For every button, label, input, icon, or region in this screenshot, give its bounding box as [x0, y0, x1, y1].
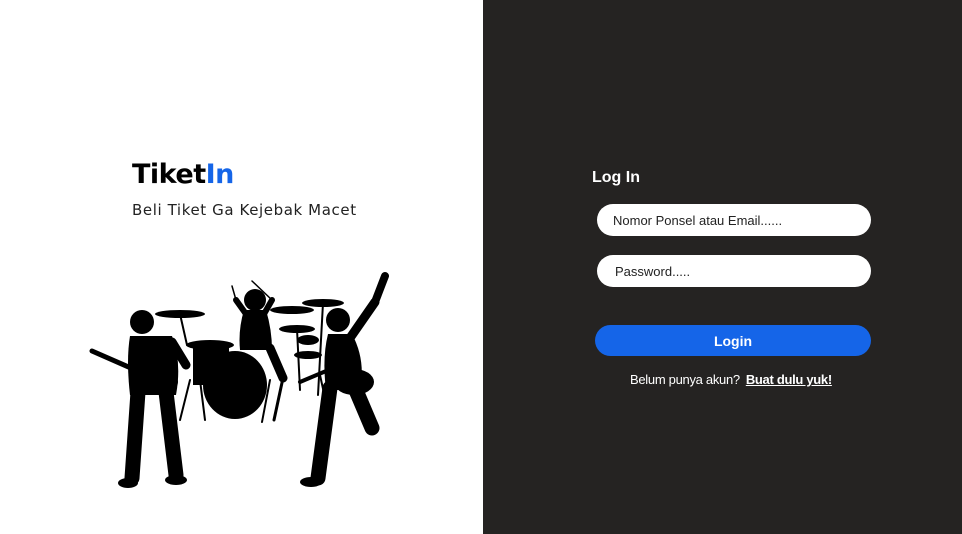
brand-name-part2: In [205, 159, 235, 190]
signup-prompt: Belum punya akun? [630, 372, 740, 387]
email-field[interactable] [597, 204, 871, 236]
login-title: Log In [592, 169, 640, 186]
signup-link[interactable]: Buat dulu yuk! [746, 372, 832, 387]
password-field[interactable] [597, 255, 871, 287]
signup-row: Belum punya akun? Buat dulu yuk! [630, 371, 832, 388]
login-button[interactable]: Login [595, 325, 871, 356]
rock-band-silhouette-icon [89, 272, 389, 488]
brand-logo: TiketIn [132, 157, 234, 193]
brand-tagline: Beli Tiket Ga Kejebak Macet [132, 201, 357, 219]
brand-name-part1: Tiket [132, 159, 206, 190]
